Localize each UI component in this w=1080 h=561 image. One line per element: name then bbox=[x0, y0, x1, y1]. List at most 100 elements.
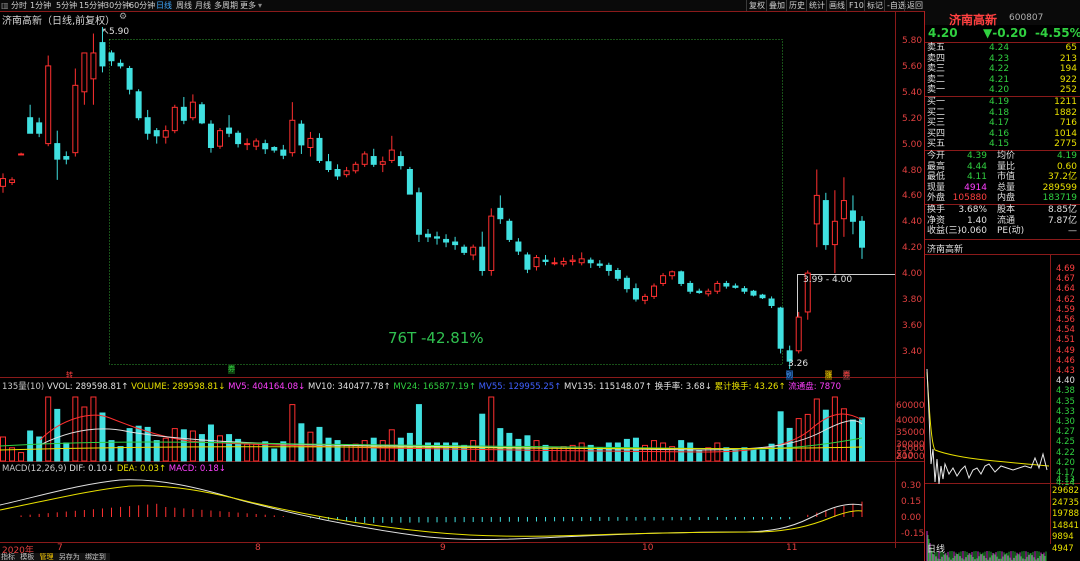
bid-volume: 1882 bbox=[1054, 107, 1077, 118]
ask-price: 4.20 bbox=[989, 85, 1010, 95]
volume-bar bbox=[596, 447, 603, 462]
volume-bar bbox=[198, 434, 205, 462]
candle bbox=[415, 187, 422, 243]
candle bbox=[189, 94, 196, 121]
candle bbox=[632, 283, 639, 302]
candle bbox=[533, 254, 540, 271]
volume-bar bbox=[280, 441, 287, 462]
stat-value: 289599 bbox=[1042, 182, 1077, 193]
event-marker[interactable]: 别 bbox=[786, 370, 793, 380]
volume-indicator-value: 累计换手: 43.26↑ bbox=[714, 382, 789, 392]
tab-bind-to[interactable]: 绑定到 bbox=[85, 553, 106, 561]
event-marker[interactable]: 券 bbox=[843, 370, 850, 380]
minichart-price-tick: 4.25 bbox=[1056, 437, 1075, 448]
stat-label: 均价 bbox=[997, 151, 1016, 161]
candle bbox=[714, 280, 721, 294]
candle bbox=[298, 120, 305, 154]
stat-value: 7.87亿 bbox=[1047, 215, 1077, 226]
minichart-price-tick: 4.54 bbox=[1056, 325, 1075, 336]
candle bbox=[226, 115, 233, 138]
stat-value: 0.60 bbox=[1056, 161, 1077, 172]
candle bbox=[524, 252, 531, 274]
candle bbox=[90, 33, 97, 105]
volume-bar bbox=[551, 447, 558, 462]
candle bbox=[587, 257, 594, 268]
bid-row: 买一 4.19 1211 bbox=[927, 97, 1077, 108]
candle bbox=[271, 146, 278, 153]
stock-code: 600807 bbox=[1009, 13, 1044, 23]
event-marker[interactable]: 涨 bbox=[825, 370, 832, 380]
minichart-price-tick: 4.35 bbox=[1056, 396, 1075, 407]
stat-row: 今开 4.39 均价 4.19 bbox=[927, 151, 1077, 162]
stat-label: 市值 bbox=[997, 172, 1016, 182]
ask-volume: 252 bbox=[1059, 85, 1077, 95]
candle bbox=[569, 254, 576, 266]
minichart-price-tick: 4.46 bbox=[1056, 355, 1075, 366]
minichart-volume-tick: 4947 bbox=[1052, 543, 1074, 554]
volume-indicator-value: 换手率: 3.68↓ bbox=[654, 382, 715, 392]
ask-label: 卖三 bbox=[927, 64, 946, 74]
price-tick-label: 5.80 bbox=[902, 36, 923, 46]
ask-label: 卖一 bbox=[927, 85, 946, 95]
candle bbox=[651, 283, 658, 299]
candle bbox=[859, 216, 865, 259]
stat-row: 净资 1.40 流通 7.87亿 bbox=[927, 216, 1077, 227]
price-tick-label: 3.40 bbox=[902, 346, 923, 357]
candle bbox=[54, 130, 61, 180]
volume-bar bbox=[479, 413, 486, 462]
candle bbox=[470, 244, 477, 261]
event-marker[interactable]: 转 bbox=[66, 370, 73, 380]
settings-gear-icon[interactable]: ⚙ bbox=[119, 12, 127, 22]
ask-price: 4.24 bbox=[989, 43, 1010, 53]
stat-label: 总量 bbox=[997, 182, 1016, 193]
minichart-price-tick: 4.56 bbox=[1056, 315, 1075, 325]
high-price-label: 5.90 bbox=[109, 27, 130, 37]
volume-bar bbox=[859, 417, 865, 462]
candle bbox=[352, 161, 359, 174]
price-tick-label: 4.80 bbox=[902, 165, 923, 176]
volume-indicator-value: MV5: 404164.08↓ bbox=[228, 382, 309, 392]
kline-chart[interactable] bbox=[0, 0, 924, 561]
volume-bar bbox=[605, 442, 612, 462]
volume-bar bbox=[334, 440, 341, 462]
tab-save-as[interactable]: 另存为 bbox=[59, 553, 80, 561]
candle bbox=[9, 177, 16, 186]
ask-volume: 194 bbox=[1059, 64, 1077, 74]
volume-bar bbox=[397, 437, 404, 462]
candle bbox=[180, 96, 187, 125]
volume-indicator-value: MV24: 165877.19↑ bbox=[393, 382, 479, 392]
bid-price: 4.15 bbox=[989, 139, 1010, 149]
candle bbox=[27, 104, 34, 134]
bid-row: 买四 4.16 1014 bbox=[927, 129, 1077, 140]
candle bbox=[171, 104, 178, 134]
volume-bar bbox=[379, 440, 386, 462]
price-change: ▼-0.20 bbox=[983, 26, 1027, 40]
bid-label: 买一 bbox=[927, 97, 946, 107]
stat-value: 37.2亿 bbox=[1047, 172, 1077, 182]
minichart-price-tick: 4.27 bbox=[1056, 427, 1075, 438]
tab-indicator[interactable]: 指标 bbox=[1, 553, 15, 561]
volume-tick-label: X10 bbox=[896, 451, 914, 461]
candle bbox=[723, 280, 730, 289]
volume-bar bbox=[370, 437, 377, 462]
candle bbox=[135, 89, 142, 121]
bid-label: 买二 bbox=[927, 107, 946, 118]
event-marker[interactable]: 券 bbox=[228, 364, 235, 374]
stat-label: 今开 bbox=[927, 151, 946, 161]
stat-value: 4.11 bbox=[966, 172, 987, 182]
candle bbox=[705, 288, 712, 297]
volume-bar bbox=[0, 436, 6, 462]
tab-template[interactable]: 模板 bbox=[20, 553, 34, 561]
minichart-tab-daily[interactable]: 日线 bbox=[927, 542, 945, 555]
candle bbox=[687, 280, 694, 294]
volume-bar bbox=[415, 404, 422, 462]
volume-bar bbox=[651, 440, 658, 462]
volume-bar bbox=[488, 396, 495, 462]
candle bbox=[117, 59, 124, 69]
ask-volume: 922 bbox=[1059, 74, 1077, 85]
date-label: 8 bbox=[255, 543, 261, 553]
indicator-tabs: 指标 模板 管理 另存为 绑定到 bbox=[0, 553, 110, 561]
minichart-price-tick: 4.64 bbox=[1056, 284, 1075, 295]
tab-manage[interactable]: 管理 bbox=[39, 553, 53, 561]
macd-indicator-value: DEA: 0.03↑ bbox=[116, 464, 169, 474]
